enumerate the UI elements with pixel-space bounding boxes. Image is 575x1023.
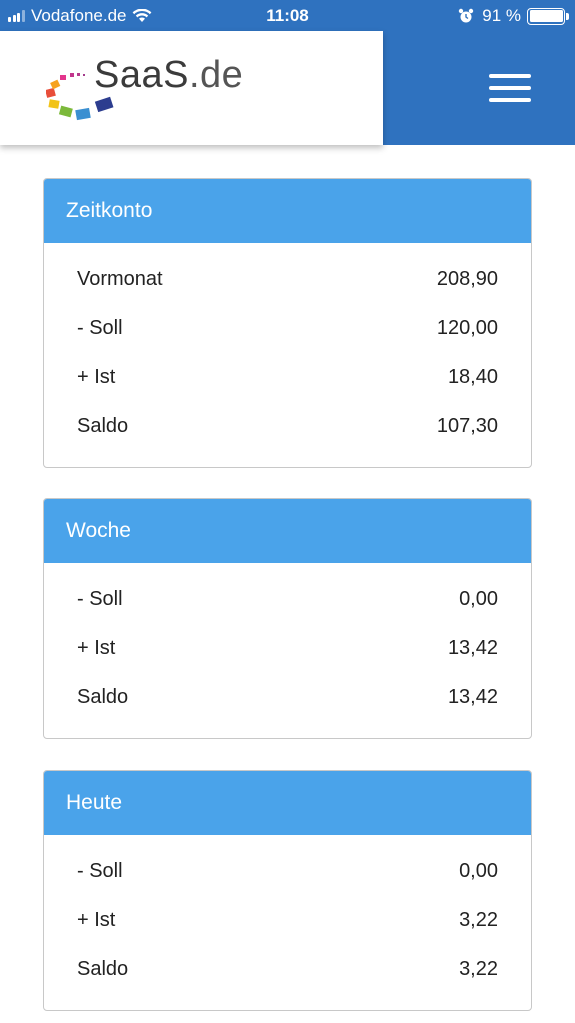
row-value: 18,40 — [447, 366, 498, 388]
panel-title: Zeitkonto — [44, 179, 531, 243]
row-label: - Soll — [77, 588, 123, 610]
list-item: - Soll 120,00 — [77, 304, 498, 353]
logo[interactable]: SaaS.de — [0, 31, 383, 145]
row-label: Vormonat — [77, 268, 163, 290]
row-label: + Ist — [77, 366, 116, 388]
panel-body: - Soll 0,00 + Ist 3,22 Saldo 3,22 — [44, 835, 531, 994]
alarm-icon — [459, 8, 474, 23]
list-item: + Ist 18,40 — [77, 353, 498, 402]
list-item: Saldo 107,30 — [77, 402, 498, 451]
list-item: + Ist 3,22 — [77, 896, 498, 945]
panel-title: Woche — [44, 499, 531, 563]
list-item: - Soll 0,00 — [77, 575, 498, 624]
row-value: 107,30 — [436, 415, 498, 437]
row-label: + Ist — [77, 637, 116, 659]
list-item: Saldo 3,22 — [77, 945, 498, 994]
status-right: 91 % — [458, 6, 569, 26]
row-value: 3,22 — [459, 909, 498, 931]
status-bar: Vodafone.de 11:08 91 % — [0, 0, 575, 31]
panel-zeitkonto: Zeitkonto Vormonat 208,90 - Soll 120,00 … — [43, 178, 532, 468]
row-value: 208,90 — [436, 268, 498, 290]
list-item: - Soll 0,00 — [77, 847, 498, 896]
row-label: - Soll — [77, 860, 123, 882]
logo-suffix-text: .de — [188, 54, 244, 96]
panel-heute: Heute - Soll 0,00 + Ist 3,22 Saldo 3,22 — [43, 770, 532, 1011]
row-value: 13,42 — [447, 686, 498, 708]
row-label: Saldo — [77, 686, 129, 708]
logo-text: SaaS.de — [94, 54, 243, 97]
row-label: + Ist — [77, 909, 116, 931]
row-label: - Soll — [77, 317, 123, 339]
logo-main-text: SaaS — [94, 54, 189, 96]
row-value: 13,42 — [447, 637, 498, 659]
row-value: 0,00 — [459, 588, 498, 610]
row-label: Saldo — [77, 415, 129, 437]
row-value: 3,22 — [459, 958, 498, 980]
list-item: + Ist 13,42 — [77, 624, 498, 673]
app-header: SaaS.de — [0, 31, 575, 145]
panel-woche: Woche - Soll 0,00 + Ist 13,42 Saldo 13,4… — [43, 498, 532, 739]
panel-body: Vormonat 208,90 - Soll 120,00 + Ist 18,4… — [44, 243, 531, 451]
list-item: Saldo 13,42 — [77, 673, 498, 722]
hamburger-menu-icon[interactable] — [486, 71, 534, 105]
row-label: Saldo — [77, 958, 129, 980]
list-item: Vormonat 208,90 — [77, 255, 498, 304]
row-value: 0,00 — [459, 860, 498, 882]
battery-percent: 91 % — [482, 6, 521, 25]
panel-title: Heute — [44, 771, 531, 835]
battery-icon — [527, 7, 569, 25]
panel-body: - Soll 0,00 + Ist 13,42 Saldo 13,42 — [44, 563, 531, 722]
row-value: 120,00 — [436, 317, 498, 339]
